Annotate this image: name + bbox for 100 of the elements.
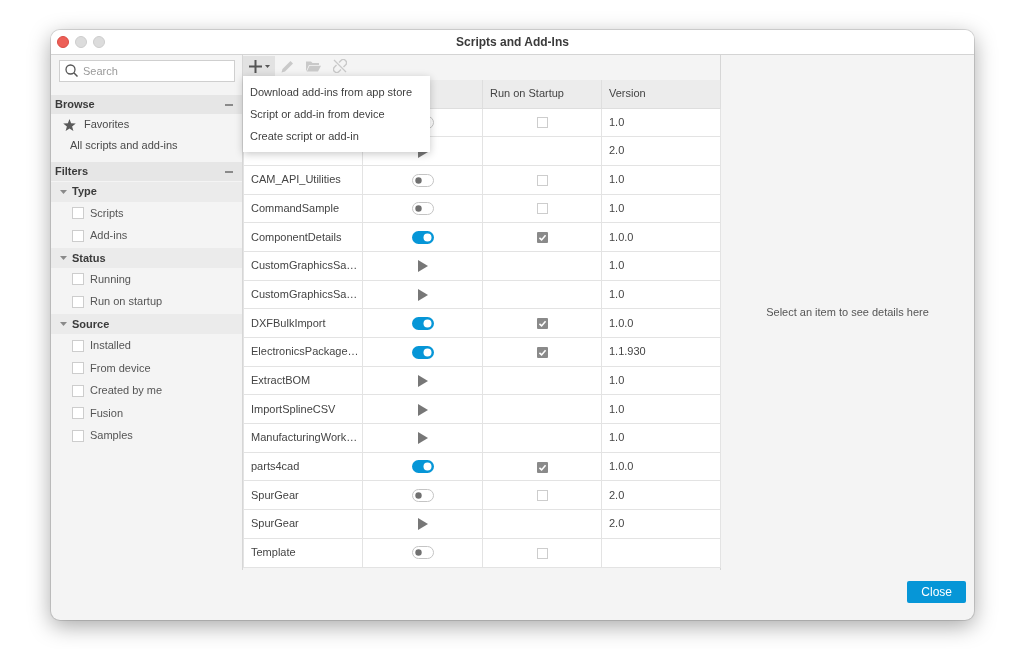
table-cell: 1.0 [601, 280, 721, 309]
plus-icon [249, 59, 262, 73]
group-title: Status [72, 251, 106, 265]
table-cell: SpurGear [243, 480, 363, 510]
checkbox[interactable] [536, 547, 548, 559]
checkbox[interactable] [536, 346, 548, 358]
table-cell: 2.0 [601, 509, 721, 539]
table-cell: 1.0.0 [601, 222, 721, 252]
toggle-switch[interactable] [411, 546, 434, 560]
checkbox[interactable] [536, 117, 548, 129]
table-cell: 1.0 [601, 194, 721, 223]
checkbox[interactable] [72, 273, 84, 286]
maximize-icon[interactable] [93, 36, 105, 48]
checkbox[interactable] [536, 232, 548, 244]
table-cell: ManufacturingWork… [243, 423, 363, 453]
table-cell: 1.0 [601, 251, 721, 281]
broken-link-icon [333, 59, 347, 73]
checkbox[interactable] [536, 203, 548, 215]
filter-label[interactable]: Scripts [90, 206, 124, 220]
menu-item[interactable]: Script or add-in from device [243, 103, 430, 125]
table-cell: ImportSplineCSV [243, 394, 363, 424]
collapse-icon[interactable] [225, 170, 233, 173]
search-field[interactable]: Search [59, 60, 235, 82]
filter-label[interactable]: Created by me [90, 384, 163, 398]
toggle-switch[interactable] [411, 202, 434, 216]
table-cell: 1.0 [601, 165, 721, 195]
menu-item[interactable]: Create script or add-in [243, 125, 430, 147]
checkbox[interactable] [72, 207, 84, 220]
section-title: Browse [55, 97, 95, 112]
checkbox[interactable] [72, 362, 84, 375]
table-cell: 2.0 [601, 480, 721, 510]
table-cell: 1.0.0 [601, 308, 721, 338]
table-cell: CAM_API_Utilities [243, 165, 363, 195]
table-cell: 1.0 [601, 366, 721, 395]
table-cell: Template [243, 538, 363, 567]
play-icon[interactable] [417, 375, 428, 388]
toggle-switch[interactable] [411, 460, 434, 474]
folder-icon [306, 60, 321, 72]
play-icon[interactable] [417, 288, 428, 301]
table-cell: CustomGraphicsSa… [243, 251, 363, 281]
toggle-switch[interactable] [411, 489, 434, 503]
checkbox[interactable] [72, 296, 84, 309]
collapse-icon[interactable] [225, 103, 233, 106]
star-icon [63, 118, 76, 131]
minimize-icon[interactable] [75, 36, 87, 48]
caret-down-icon[interactable] [60, 256, 67, 261]
table-cell: DXFBulkImport [243, 308, 363, 338]
close-icon[interactable] [57, 36, 69, 48]
toggle-switch[interactable] [411, 173, 434, 187]
menu-item[interactable]: Download add-ins from app store [243, 81, 430, 103]
toggle-switch[interactable] [411, 316, 434, 330]
group-title: Type [72, 185, 97, 199]
table-cell: ElectronicsPackage… [243, 337, 363, 367]
toggle-switch[interactable] [411, 230, 434, 244]
add-button[interactable] [243, 56, 275, 76]
section-title: Filters [55, 164, 88, 179]
search-icon [65, 64, 78, 77]
browse-item[interactable]: All scripts and add-ins [51, 135, 242, 156]
filter-label[interactable]: Samples [90, 429, 133, 443]
table-cell: SpurGear [243, 509, 363, 539]
checkbox[interactable] [72, 430, 84, 443]
checkbox[interactable] [72, 229, 84, 242]
toggle-switch[interactable] [411, 345, 434, 359]
play-icon[interactable] [417, 260, 428, 273]
play-icon[interactable] [417, 403, 428, 416]
caret-down-icon[interactable] [60, 190, 67, 194]
filter-label[interactable]: Add-ins [90, 229, 128, 243]
checkbox[interactable] [536, 174, 548, 186]
group-title: Source [72, 317, 110, 331]
checkbox[interactable] [536, 490, 548, 502]
filter-label[interactable]: Run on startup [90, 295, 163, 309]
table-cell: 1.0 [601, 108, 721, 137]
filter-label[interactable]: Installed [90, 339, 131, 353]
checkbox[interactable] [72, 339, 84, 352]
checkbox[interactable] [72, 384, 84, 397]
play-icon[interactable] [417, 432, 428, 445]
checkbox[interactable] [72, 407, 84, 420]
table-cell: 1.0 [601, 423, 721, 453]
filter-label[interactable]: Fusion [90, 406, 124, 421]
window-title: Scripts and Add-Ins [456, 34, 569, 49]
table-cell: 1.1.930 [601, 337, 721, 367]
checkbox[interactable] [536, 461, 548, 473]
table-cell: CustomGraphicsSa… [243, 280, 363, 309]
table-cell: 1.0 [601, 394, 721, 424]
table-cell: parts4cad [243, 452, 363, 481]
play-icon[interactable] [417, 518, 428, 531]
column-header: Version [601, 80, 721, 108]
table-cell: CommandSample [243, 194, 363, 223]
filter-label[interactable]: From device [90, 361, 151, 375]
table-cell: ExtractBOM [243, 366, 363, 395]
filter-label[interactable]: Running [90, 272, 131, 287]
caret-down-icon[interactable] [60, 322, 67, 327]
pencil-icon [281, 59, 294, 73]
details-message: Select an item to see details here [766, 305, 929, 320]
caret-down-icon [265, 64, 270, 68]
table-cell: 2.0 [601, 136, 721, 166]
browse-item[interactable]: Favorites [51, 114, 242, 135]
column-header: Run on Startup [482, 80, 602, 108]
checkbox[interactable] [536, 318, 548, 330]
table-cell: ComponentDetails [243, 222, 363, 252]
